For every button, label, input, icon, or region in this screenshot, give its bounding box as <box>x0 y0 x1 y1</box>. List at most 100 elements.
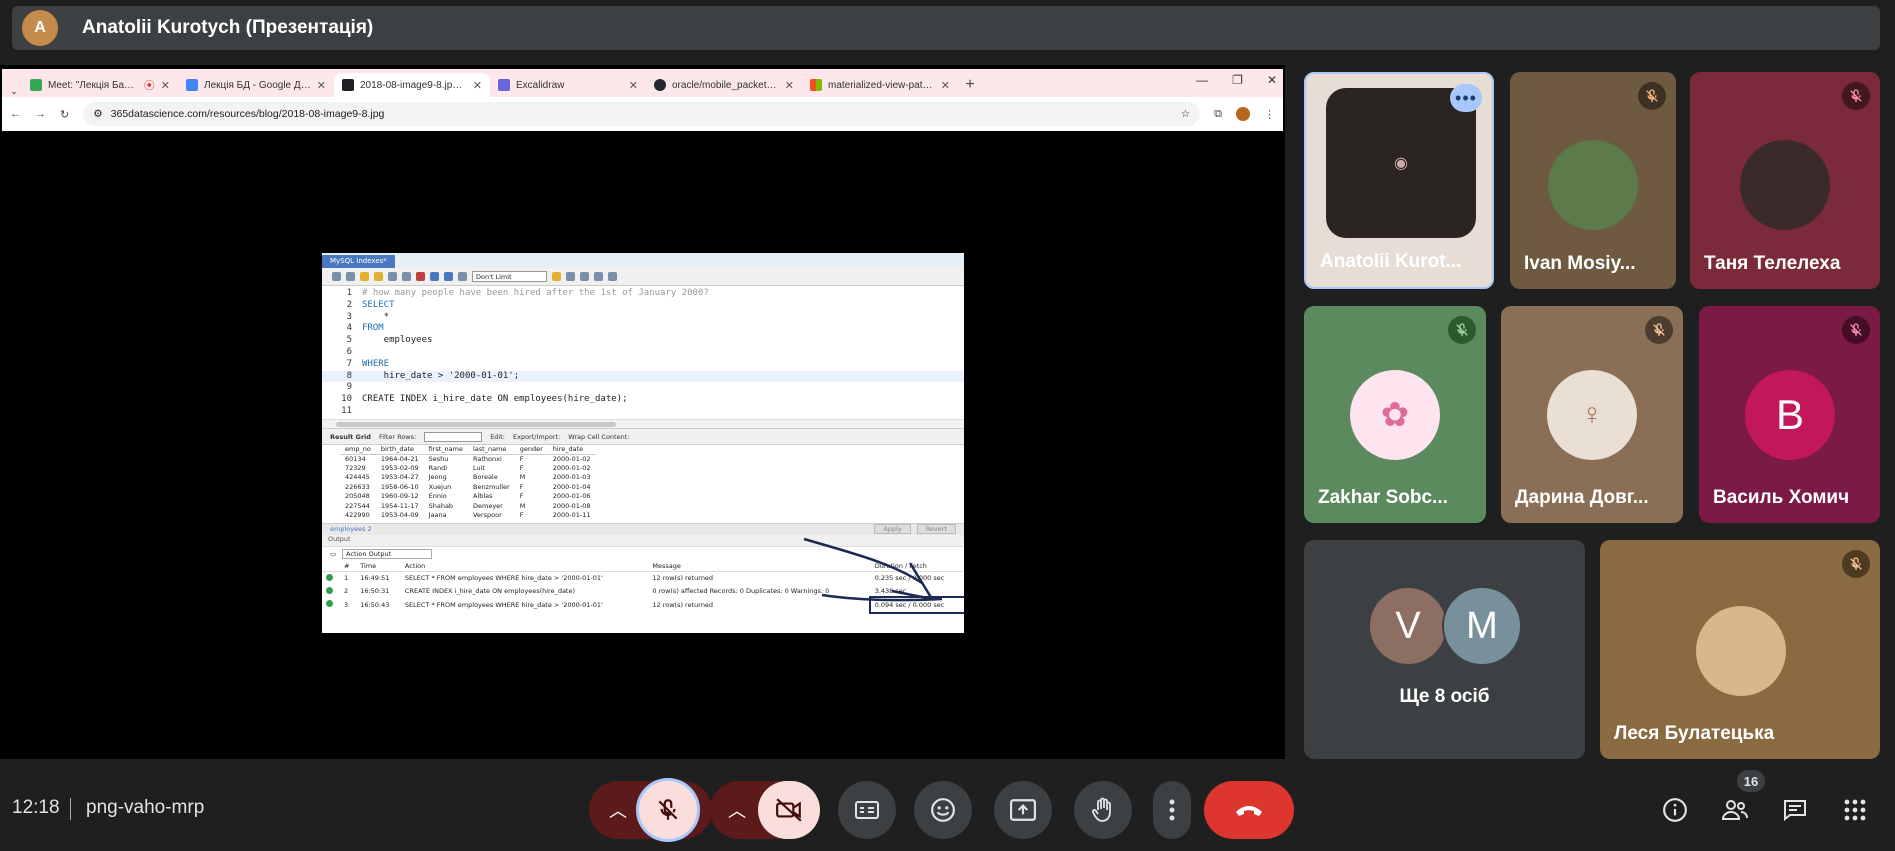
table-cell: 2000-01-02 <box>552 454 591 463</box>
site-info-icon[interactable]: ⚙ <box>93 108 102 120</box>
participant-avatar: ✿ <box>1350 370 1440 460</box>
chat-button[interactable] <box>1773 788 1817 832</box>
table-cell: 424445 <box>345 473 370 482</box>
limit-select: Don't Limit <box>472 271 547 282</box>
emoji-button[interactable] <box>914 781 972 839</box>
table-cell: 16:50:43 <box>360 600 390 609</box>
reload-icon[interactable]: ↻ <box>60 108 69 121</box>
sql-tab: MySQL Indexes* <box>322 255 395 268</box>
result-tab: employees 2 <box>330 525 372 534</box>
participant-tile[interactable]: ♀ Дарина Довг... <box>1501 306 1683 523</box>
table-cell: 2000-01-08 <box>552 501 591 510</box>
others-tile[interactable]: V M Ще 8 осіб <box>1304 540 1585 759</box>
new-tab-icon[interactable]: + <box>958 73 982 97</box>
table-cell: F <box>519 464 524 473</box>
others-label: Ще 8 осіб <box>1399 686 1490 707</box>
presentation-banner: A Anatolii Kurotych (Презентація) <box>12 6 1880 50</box>
table-cell: Rathonxi <box>472 454 502 463</box>
mic-off-icon <box>1842 82 1870 110</box>
raise-hand-button[interactable] <box>1074 781 1132 839</box>
table-cell: 422990 <box>345 511 370 520</box>
table-cell: Shahab <box>428 501 454 510</box>
table-cell: 1964-04-21 <box>380 454 419 463</box>
captions-button[interactable] <box>838 781 896 839</box>
more-options-icon[interactable]: ••• <box>1450 84 1482 112</box>
table-cell: M <box>519 473 526 482</box>
table-cell: 2000-01-06 <box>552 492 591 501</box>
result-grid: emp_no birth_date first_name last_name gende… <box>340 445 596 520</box>
info-icon <box>1663 798 1687 822</box>
more-options-button[interactable] <box>1153 781 1191 839</box>
table-cell: 2000-01-11 <box>552 511 591 520</box>
table-cell: 16:49:51 <box>360 574 390 583</box>
top-bar: A Anatolii Kurotych (Презентація) <box>0 0 1895 52</box>
participant-tile[interactable]: ◉ ••• Anatolii Kurot... <box>1304 72 1494 289</box>
table-cell: Boreale <box>472 473 498 482</box>
mic-off-icon <box>1842 316 1870 344</box>
extensions-icon[interactable]: ⧉ <box>1214 108 1222 121</box>
result-grid-label: Result Grid <box>330 432 371 441</box>
maximize-icon[interactable]: ❐ <box>1232 73 1243 87</box>
video-options-chevron-icon[interactable]: ︿ <box>728 797 746 823</box>
participant-avatar: ♀ <box>1547 370 1637 460</box>
close-tab-icon[interactable]: ✕ <box>473 79 482 92</box>
mic-toggle-button[interactable] <box>636 778 700 842</box>
close-tab-icon[interactable]: ✕ <box>785 79 794 92</box>
table-row: 424445 1953-04-27 Jeong Boreale M 2000-01-03 <box>340 473 596 482</box>
participant-tile[interactable]: Таня Телелеха <box>1690 72 1880 289</box>
code-line: 6 <box>322 347 964 359</box>
success-icon <box>322 598 340 612</box>
participant-tile[interactable]: ✿ Zakhar Sobc... <box>1304 306 1486 523</box>
table-cell: Alblas <box>472 492 493 501</box>
column-header: Time <box>356 560 401 572</box>
code-text: SELECT <box>362 299 395 310</box>
meeting-info-button[interactable] <box>1653 788 1697 832</box>
close-tab-icon[interactable]: ✕ <box>317 79 326 92</box>
table-cell: Ennio <box>428 492 447 501</box>
forward-icon[interactable]: → <box>35 108 46 120</box>
back-icon[interactable]: ← <box>10 108 21 120</box>
result-grid-toolbar: Result Grid Filter Rows: Edit: Export/Im… <box>322 429 964 445</box>
column-header: first_name <box>423 445 468 455</box>
browser-tab-active[interactable]: 2018-08-image9-8.jpg (956×5...)✕ <box>334 73 490 97</box>
leave-call-button[interactable] <box>1204 781 1294 839</box>
present-button[interactable] <box>994 781 1052 839</box>
tab-favicon-icon <box>342 79 354 91</box>
address-bar[interactable]: ⚙ 365datascience.com/resources/blog/2018… <box>83 102 1201 126</box>
camera-toggle-button[interactable] <box>758 781 820 839</box>
divider <box>70 798 71 820</box>
line-number: 9 <box>346 382 352 393</box>
close-window-icon[interactable]: ✕ <box>1267 73 1277 87</box>
line-number: 10 <box>341 394 352 405</box>
participant-tile[interactable]: Леся Булатецька <box>1600 540 1880 759</box>
code-text: FROM <box>362 323 384 334</box>
window-controls: — ❐ ✕ <box>1196 73 1277 87</box>
code-line: 11 <box>322 406 964 418</box>
participant-tile[interactable]: В Василь Хомич <box>1699 306 1880 523</box>
column-header: gender <box>514 445 548 455</box>
table-cell: 60134 <box>345 454 366 463</box>
tab-search-icon[interactable]: ⌄ <box>6 86 22 97</box>
browser-tab[interactable]: oracle/mobile_packet_verifier✕ <box>646 73 802 97</box>
table-cell: Demeyer <box>472 501 503 510</box>
close-tab-icon[interactable]: ✕ <box>161 79 170 92</box>
browser-tab[interactable]: Лекція БД - Google Документи✕ <box>178 73 334 97</box>
close-tab-icon[interactable]: ✕ <box>629 79 638 92</box>
people-button[interactable] <box>1713 788 1757 832</box>
participant-name: Zakhar Sobc... <box>1318 487 1448 508</box>
browser-tab[interactable]: Excalidraw ✕ <box>490 73 646 97</box>
browser-tab[interactable]: materialized-view-pattern-diag✕ <box>802 73 958 97</box>
browser-menu-icon[interactable]: ⋮ <box>1264 108 1275 121</box>
table-cell: F <box>519 482 524 491</box>
table-cell: 2000-01-04 <box>552 482 591 491</box>
bookmark-star-icon[interactable]: ☆ <box>1181 108 1190 120</box>
minimize-icon[interactable]: — <box>1196 73 1208 87</box>
participant-tile[interactable]: Ivan Mosiy... <box>1510 72 1676 289</box>
profile-icon[interactable] <box>1236 107 1250 121</box>
browser-tab[interactable]: Meet: "Лекція Бази даних"⦿✕ <box>22 73 178 97</box>
more-vert-icon <box>1169 799 1175 821</box>
close-tab-icon[interactable]: ✕ <box>941 79 950 92</box>
open-icon <box>332 272 341 281</box>
audio-options-chevron-icon[interactable]: ︿ <box>609 797 627 823</box>
activities-button[interactable] <box>1833 788 1877 832</box>
